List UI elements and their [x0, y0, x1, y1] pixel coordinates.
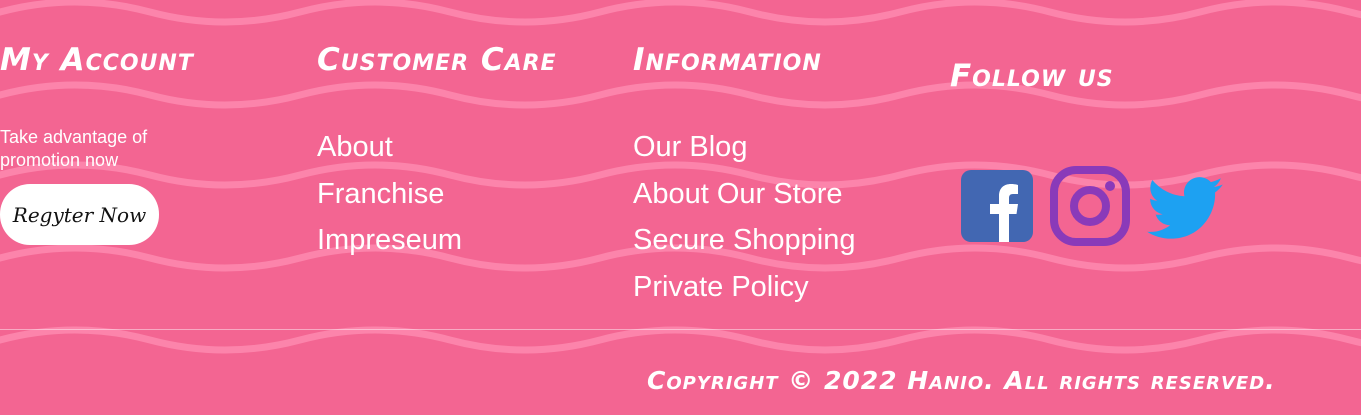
- link-item: Our Blog: [633, 124, 856, 171]
- twitter-icon[interactable]: [1144, 168, 1224, 248]
- impreseum-link[interactable]: Impreseum: [317, 224, 462, 256]
- facebook-icon[interactable]: [961, 170, 1033, 242]
- register-now-button[interactable]: Regyter Now: [0, 184, 159, 245]
- promo-text: Take advantage of promotion now: [0, 127, 148, 170]
- link-item: About Our Store: [633, 171, 856, 218]
- my-account-heading: My Account: [0, 42, 194, 78]
- instagram-icon[interactable]: [1050, 166, 1130, 246]
- link-item: Secure Shopping: [633, 217, 856, 264]
- customer-care-links: About Franchise Impreseum: [317, 124, 462, 264]
- link-item: Franchise: [317, 171, 462, 218]
- our-blog-link[interactable]: Our Blog: [633, 131, 747, 163]
- follow-us-section: Follow us: [950, 0, 1250, 300]
- link-item: Impreseum: [317, 217, 462, 264]
- my-account-section: My Account Take advantage of promotion n…: [0, 0, 300, 300]
- about-link[interactable]: About: [317, 131, 393, 163]
- secure-shopping-link[interactable]: Secure Shopping: [633, 224, 856, 256]
- customer-care-section: Customer Care About Franchise Impreseum: [317, 0, 617, 300]
- information-heading: Information: [633, 42, 822, 78]
- customer-care-heading: Customer Care: [317, 42, 557, 78]
- link-item: About: [317, 124, 462, 171]
- private-policy-link[interactable]: Private Policy: [633, 271, 809, 303]
- footer-divider: [0, 329, 1361, 330]
- copyright-text: Copyright © 2022 Hanio. All rights reser…: [647, 366, 1276, 395]
- wave-line: [0, 326, 1361, 354]
- information-links: Our Blog About Our Store Secure Shopping…: [633, 124, 856, 310]
- information-section: Information Our Blog About Our Store Sec…: [633, 0, 933, 310]
- follow-us-heading: Follow us: [950, 58, 1114, 94]
- about-our-store-link[interactable]: About Our Store: [633, 178, 843, 210]
- link-item: Private Policy: [633, 264, 856, 311]
- franchise-link[interactable]: Franchise: [317, 178, 444, 210]
